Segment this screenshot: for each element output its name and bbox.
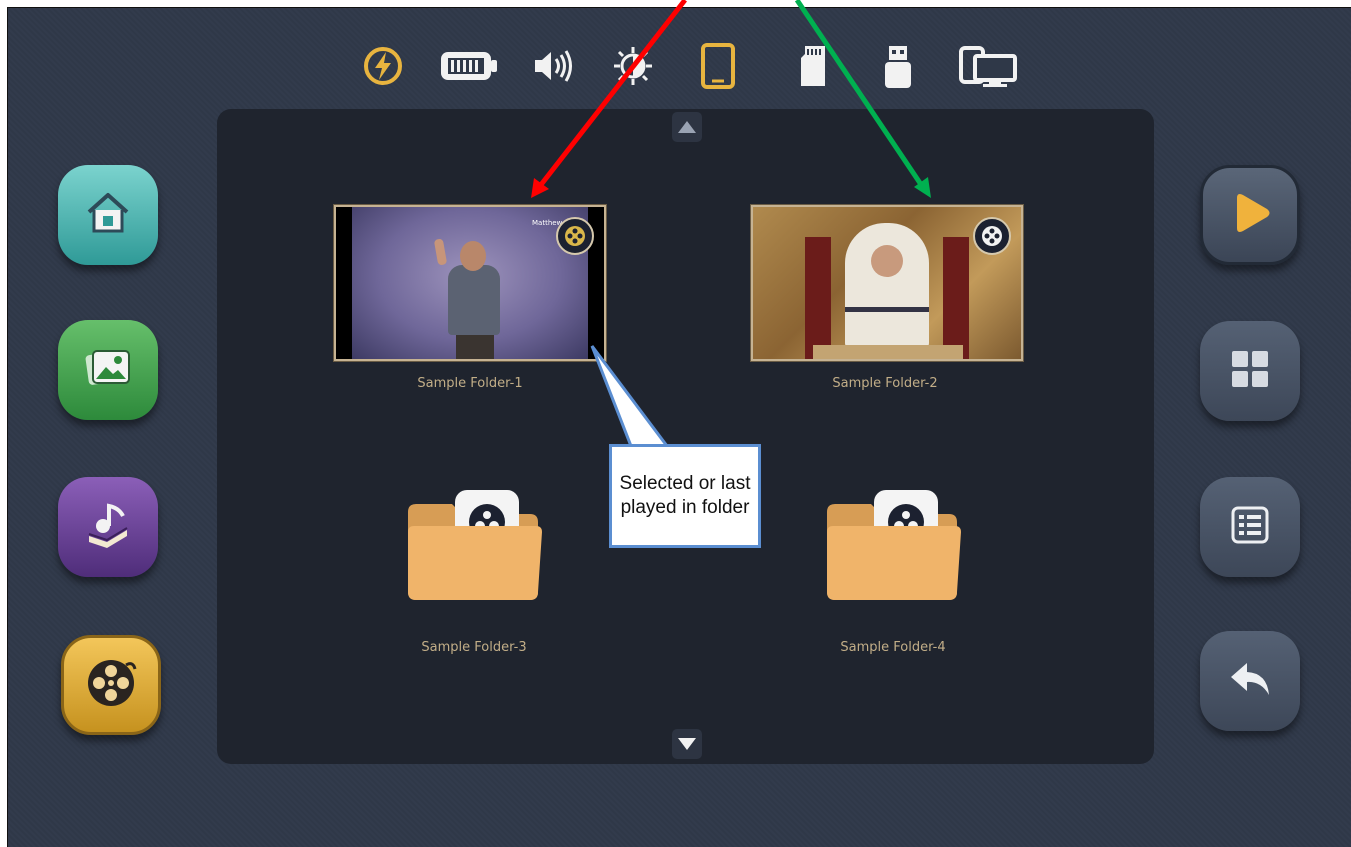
callout-text: Selected or last played in folder [619,473,751,518]
green-arrow [794,0,931,198]
red-arrow [531,0,687,198]
annotation-arrows [531,0,931,448]
callout-pointer [590,345,670,448]
annotation-callout: Selected or last played in folder [609,444,761,548]
